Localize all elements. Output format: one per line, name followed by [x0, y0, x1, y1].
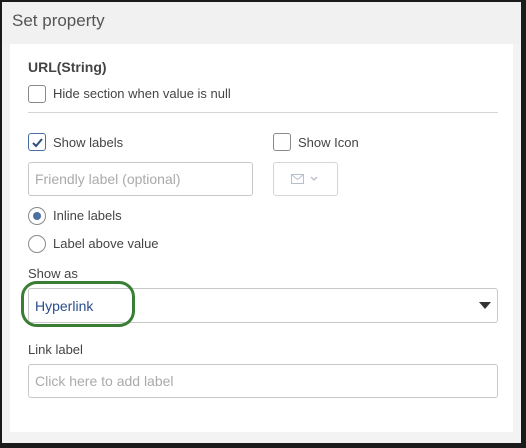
show-labels-checkbox[interactable] [28, 133, 46, 151]
friendly-label-input[interactable] [28, 162, 253, 196]
show-icon-label: Show Icon [298, 135, 359, 150]
chevron-down-icon [310, 176, 318, 181]
inline-labels-radio[interactable] [28, 207, 46, 225]
inline-labels-label: Inline labels [53, 208, 122, 223]
link-label-caption: Link label [28, 342, 83, 357]
dialog-frame: Set property URL(String) Hide section wh… [0, 0, 526, 448]
caret-down-icon [479, 302, 491, 309]
checkmark-icon [32, 138, 43, 148]
show-labels-label: Show labels [53, 135, 124, 150]
label-above-value-radio[interactable] [28, 235, 46, 253]
show-as-value: Hyperlink [35, 298, 94, 314]
property-panel: URL(String) Hide section when value is n… [10, 44, 513, 432]
link-label-input[interactable] [28, 364, 498, 398]
hide-section-label: Hide section when value is null [53, 86, 231, 101]
hide-section-checkbox[interactable] [28, 85, 46, 103]
section-title: URL(String) [28, 59, 107, 75]
label-above-value-label: Label above value [53, 236, 159, 251]
icon-picker-button[interactable] [273, 162, 338, 196]
show-as-select[interactable]: Hyperlink [28, 288, 498, 323]
envelope-icon [291, 174, 304, 184]
show-as-label: Show as [28, 266, 78, 281]
section-divider [28, 112, 498, 113]
dialog-title-bar: Set property [2, 2, 521, 44]
dialog-title: Set property [12, 11, 105, 30]
show-icon-checkbox[interactable] [273, 133, 291, 151]
